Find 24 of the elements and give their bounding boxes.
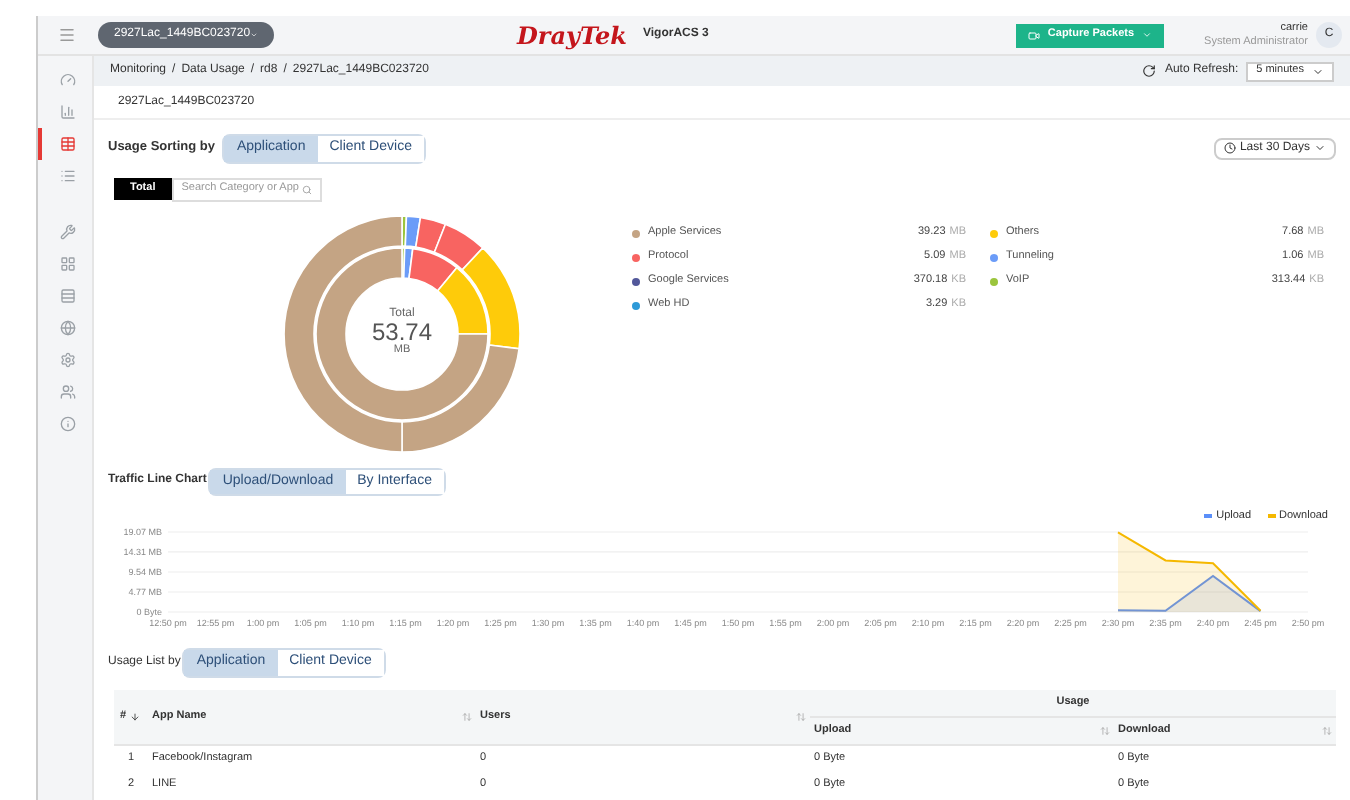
camera-icon	[1027, 29, 1040, 41]
legend-swatch	[1267, 514, 1276, 519]
nav-icon	[59, 256, 75, 272]
refresh-icon[interactable]	[1142, 64, 1157, 78]
menu-icon[interactable]	[57, 26, 75, 44]
nav-icon	[59, 168, 75, 184]
nav-icon	[59, 104, 75, 120]
donut-center-value: 53.74	[371, 320, 433, 347]
nav-icon	[59, 384, 75, 400]
caret-icon	[1142, 30, 1153, 40]
logo: DrayTek	[517, 19, 627, 53]
caret-icon	[1312, 65, 1324, 77]
clock-icon	[1223, 142, 1236, 155]
sort-icon[interactable]	[130, 711, 141, 722]
nav-icon	[59, 288, 75, 304]
legend-swatch	[1204, 514, 1213, 519]
nav-icon	[59, 320, 75, 336]
nav-icon	[59, 352, 75, 368]
nav-icon	[59, 416, 75, 432]
search-icon	[301, 183, 312, 195]
nav-icon	[59, 136, 75, 152]
caret-icon	[1314, 142, 1326, 155]
nav-icon	[59, 72, 75, 88]
nav-icon	[59, 224, 75, 240]
